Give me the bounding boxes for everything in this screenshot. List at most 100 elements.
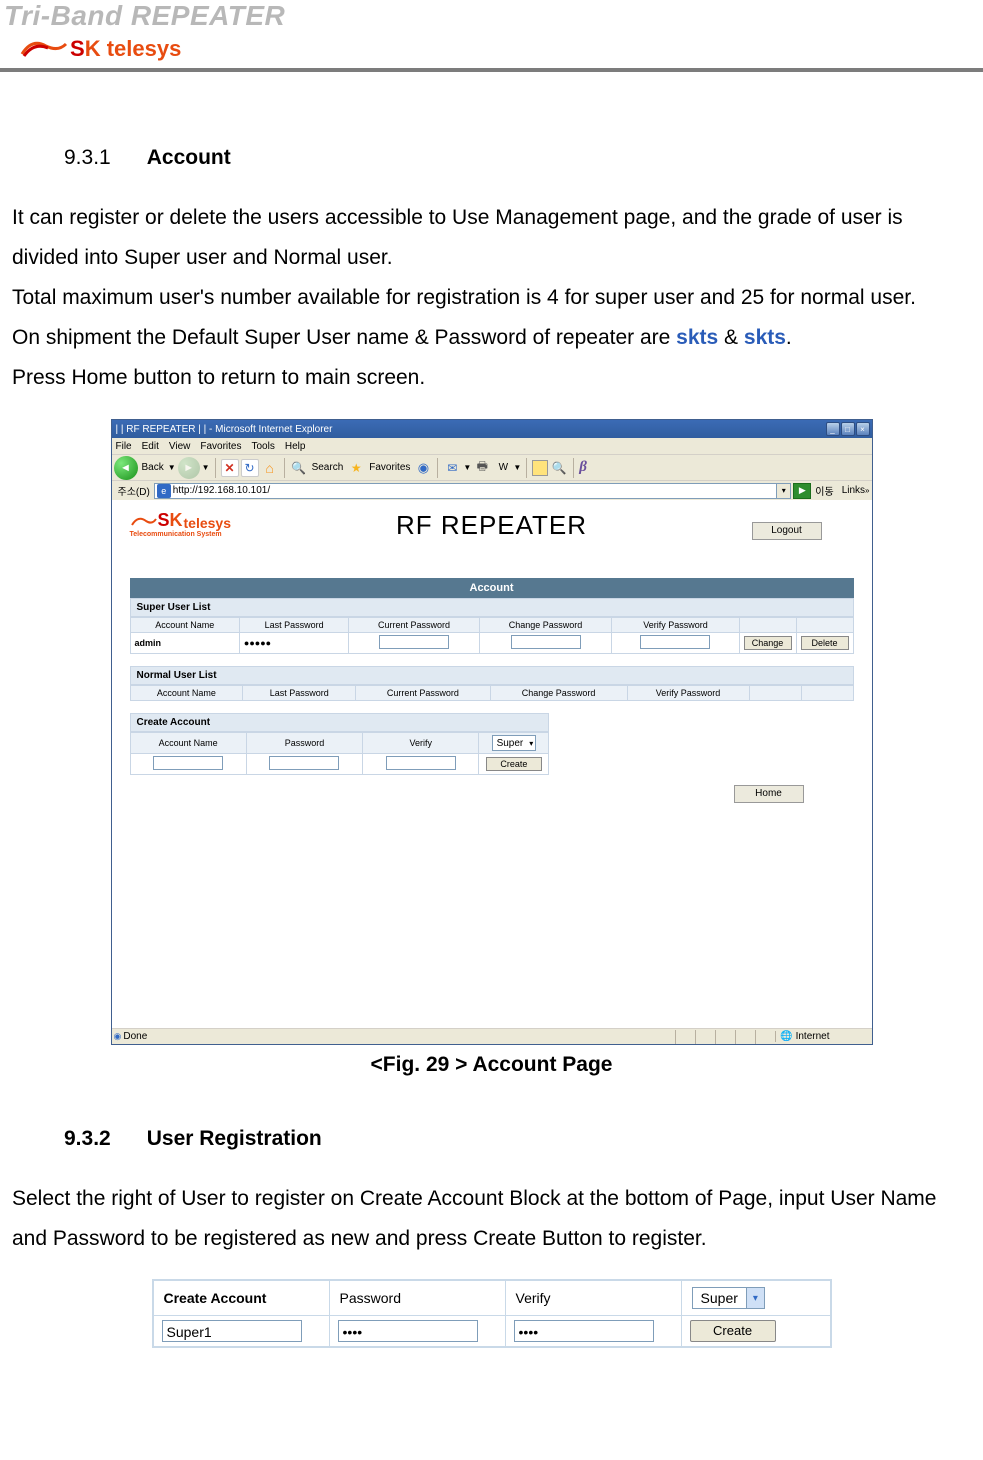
- account-panel: Account Super User List Account Name Las…: [130, 578, 854, 775]
- go-label: 이동: [811, 483, 837, 498]
- folder-icon[interactable]: [532, 460, 548, 476]
- home-button[interactable]: Home: [734, 785, 804, 803]
- select-value: Super: [693, 1290, 746, 1306]
- ie-toolbar: ◄ Back ▼ ► ▼ ✕ ↻ ⌂ 🔍 Search ★ Favorites …: [112, 454, 872, 480]
- menu-view[interactable]: View: [169, 441, 191, 452]
- back-button[interactable]: ◄: [114, 456, 138, 480]
- search-icon[interactable]: 🔍: [290, 459, 308, 477]
- screenshot-account-page: | | RF REPEATER | | - Microsoft Internet…: [111, 419, 873, 1045]
- col-account-name: Account Name: [130, 686, 243, 701]
- fwd-dropdown-icon[interactable]: ▼: [202, 463, 210, 472]
- refresh-icon[interactable]: ↻: [241, 459, 259, 477]
- last-password-cell: ●●●●●: [239, 633, 348, 654]
- links-label[interactable]: Links: [842, 485, 865, 496]
- logout-button[interactable]: Logout: [752, 522, 822, 540]
- address-input[interactable]: e http://192.168.10.101/: [154, 483, 777, 499]
- verify-input[interactable]: ••••: [514, 1320, 654, 1342]
- toolbar-separator: [573, 458, 574, 478]
- current-password-input[interactable]: [379, 635, 449, 649]
- menu-help[interactable]: Help: [285, 441, 306, 452]
- user-type-select[interactable]: Super: [492, 735, 537, 751]
- close-button[interactable]: ×: [856, 422, 870, 436]
- chevron-down-icon: ▾: [746, 1288, 764, 1308]
- table-row: Super1 •••• •••• Create: [153, 1316, 830, 1347]
- ie-menubar: File Edit View Favorites Tools Help: [112, 438, 872, 454]
- account-name-input[interactable]: Super1: [162, 1320, 302, 1342]
- toolbar-separator: [526, 458, 527, 478]
- minimize-button[interactable]: _: [826, 422, 840, 436]
- password-input[interactable]: ••••: [338, 1320, 478, 1342]
- home-icon[interactable]: ⌂: [261, 459, 279, 477]
- col-verify-password: Verify Password: [612, 618, 739, 633]
- section-heading-9-3-1: 9.3.1Account: [64, 146, 971, 170]
- skts-credential: skts: [744, 326, 786, 349]
- doc-title: Tri-Band REPEATER: [0, 0, 983, 32]
- beta-icon[interactable]: β: [579, 459, 587, 476]
- col-password: Password: [246, 733, 362, 754]
- col-change-password: Change Password: [490, 686, 627, 701]
- status-internet: 🌐 Internet: [775, 1031, 869, 1042]
- user-type-select[interactable]: Super ▾: [692, 1287, 765, 1309]
- col-verify: Verify: [363, 733, 479, 754]
- status-done: ◉ Done: [114, 1031, 676, 1042]
- print-icon[interactable]: 🖶: [473, 459, 491, 477]
- toolbar-separator: [437, 458, 438, 478]
- favorites-label[interactable]: Favorites: [369, 462, 410, 473]
- table-row: admin ●●●●● Change Delete: [130, 633, 853, 654]
- table-row: Create: [130, 754, 549, 775]
- super-user-list-label: Super User List: [130, 598, 854, 617]
- super-user-table: Account Name Last Password Current Passw…: [130, 617, 854, 654]
- change-button[interactable]: Change: [744, 636, 792, 650]
- create-account-label: Create Account: [130, 713, 550, 732]
- address-label: 주소(D): [114, 483, 154, 498]
- text: &: [718, 326, 744, 349]
- edit-icon[interactable]: W: [493, 459, 511, 477]
- menu-favorites[interactable]: Favorites: [200, 441, 241, 452]
- verify-password-input[interactable]: [640, 635, 710, 649]
- mail-dropdown-icon[interactable]: ▼: [463, 463, 471, 472]
- status-internet-text: Internet: [796, 1031, 830, 1042]
- back-dropdown-icon[interactable]: ▼: [168, 463, 176, 472]
- favorites-icon[interactable]: ★: [347, 459, 365, 477]
- done-icon: ◉: [114, 1031, 122, 1042]
- menu-edit[interactable]: Edit: [142, 441, 159, 452]
- body-paragraph: It can register or delete the users acce…: [12, 198, 971, 278]
- change-password-input[interactable]: [511, 635, 581, 649]
- verify-header: Verify: [505, 1281, 681, 1316]
- mail-icon[interactable]: ✉: [443, 459, 461, 477]
- col-change-password: Change Password: [479, 618, 612, 633]
- section-heading-9-3-2: 9.3.2User Registration: [64, 1127, 971, 1151]
- edit-dropdown-icon[interactable]: ▼: [513, 463, 521, 472]
- logo-row: SK telesys: [0, 32, 983, 62]
- col-account-name: Account Name: [130, 733, 246, 754]
- forward-button[interactable]: ►: [178, 457, 200, 479]
- create-button[interactable]: Create: [690, 1320, 776, 1342]
- address-dropdown[interactable]: ▾: [777, 483, 791, 499]
- stop-icon[interactable]: ✕: [221, 459, 239, 477]
- ie-addressbar: 주소(D) e http://192.168.10.101/ ▾ ▶ 이동 Li…: [112, 480, 872, 500]
- col-last-password: Last Password: [239, 618, 348, 633]
- media-icon[interactable]: ◉: [414, 459, 432, 477]
- document-header: Tri-Band REPEATER SK telesys: [0, 0, 983, 68]
- address-url: http://192.168.10.101/: [173, 485, 270, 496]
- magnify-icon[interactable]: 🔍: [550, 459, 568, 477]
- create-password-input[interactable]: [269, 756, 339, 770]
- password-header: Password: [329, 1281, 505, 1316]
- back-label[interactable]: Back: [142, 462, 164, 473]
- col-account-name: Account Name: [130, 618, 239, 633]
- links-chevron-icon[interactable]: »: [865, 486, 869, 495]
- create-verify-input[interactable]: [386, 756, 456, 770]
- search-label[interactable]: Search: [312, 462, 344, 473]
- create-account-name-input[interactable]: [153, 756, 223, 770]
- delete-button[interactable]: Delete: [801, 636, 849, 650]
- create-button[interactable]: Create: [486, 757, 542, 771]
- menu-file[interactable]: File: [116, 441, 132, 452]
- col-current-password: Current Password: [349, 618, 479, 633]
- menu-tools[interactable]: Tools: [251, 441, 274, 452]
- window-title: | | RF REPEATER | | - Microsoft Internet…: [116, 424, 826, 435]
- go-button[interactable]: ▶: [793, 483, 811, 499]
- ie-titlebar: | | RF REPEATER | | - Microsoft Internet…: [112, 420, 872, 438]
- maximize-button[interactable]: □: [841, 422, 855, 436]
- screenshot-create-account-snippet: Create Account Password Verify Super ▾ S…: [152, 1279, 832, 1348]
- section-title: Account: [147, 146, 231, 169]
